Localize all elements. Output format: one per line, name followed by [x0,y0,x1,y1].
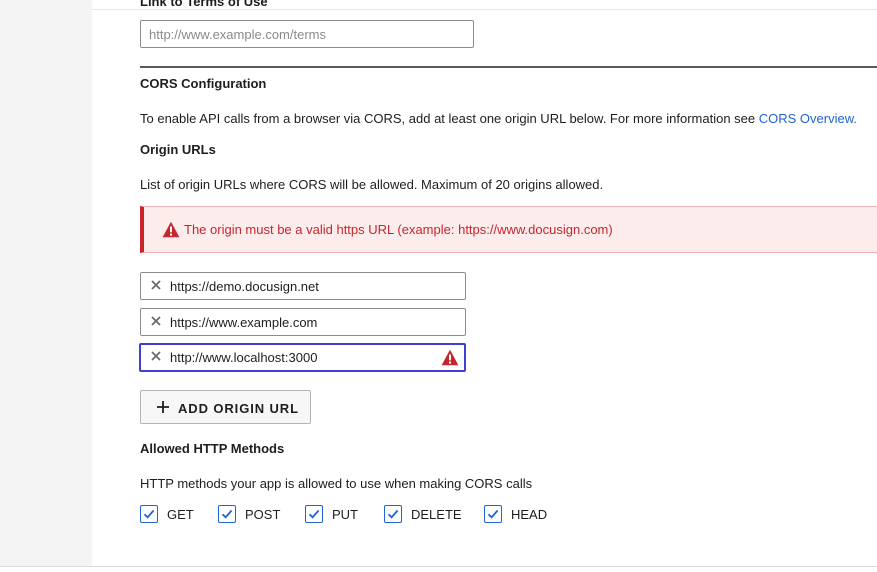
origin-url-value: http://www.localhost:3000 [170,350,318,365]
remove-origin-icon[interactable] [149,349,163,363]
method-label: DELETE [411,507,462,522]
checkbox[interactable] [218,505,236,523]
cors-overview-link[interactable]: CORS Overview. [759,111,857,126]
origin-urls-heading: Origin URLs [140,142,216,157]
add-origin-url-label: ADD ORIGIN URL [178,401,299,416]
origin-url-value: https://www.example.com [170,315,318,330]
cors-description-text: To enable API calls from a browser via C… [140,111,759,126]
checkbox[interactable] [305,505,323,523]
method-label: PUT [332,507,358,522]
http-methods-description: HTTP methods your app is allowed to use … [140,476,533,491]
error-alert: The origin must be a valid https URL (ex… [140,206,877,253]
bottom-divider [0,566,877,567]
http-methods-heading: Allowed HTTP Methods [140,441,285,456]
remove-origin-icon[interactable] [149,314,163,328]
cors-description: To enable API calls from a browser via C… [140,111,857,126]
warning-icon [162,221,180,238]
checkmark-icon [143,509,155,519]
checkmark-icon [308,509,320,519]
invalid-warning-icon [441,349,459,366]
checkbox[interactable] [384,505,402,523]
method-label: HEAD [511,507,548,522]
origin-row-invalid[interactable]: http://www.localhost:3000 [139,343,466,372]
checkmark-icon [487,509,499,519]
origin-url-value: https://demo.docusign.net [170,279,319,294]
terms-url-input[interactable] [140,20,474,48]
plus-icon [157,401,169,413]
method-label: POST [245,507,281,522]
cors-heading: CORS Configuration [140,76,267,91]
left-rail [0,0,92,566]
checkmark-icon [221,509,233,519]
origin-urls-description: List of origin URLs where CORS will be a… [140,177,604,192]
add-origin-url-button[interactable]: ADD ORIGIN URL [140,390,311,424]
checkbox[interactable] [140,505,158,523]
terms-label: Link to Terms of Use [140,0,268,9]
remove-origin-icon[interactable] [149,278,163,292]
section-divider [140,66,877,68]
checkmark-icon [387,509,399,519]
checkbox[interactable] [484,505,502,523]
origin-row[interactable]: https://demo.docusign.net [140,272,466,300]
origin-row[interactable]: https://www.example.com [140,308,466,336]
method-label: GET [167,507,194,522]
error-message: The origin must be a valid https URL (ex… [184,222,613,237]
top-divider [92,9,877,10]
